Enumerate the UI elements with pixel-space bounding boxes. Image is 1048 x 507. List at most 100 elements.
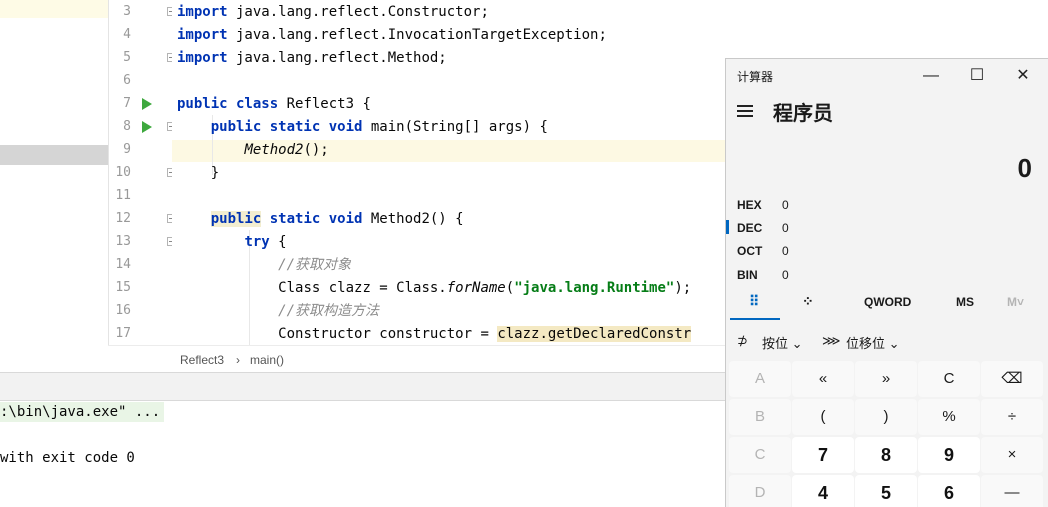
code-line: Constructor constructor = clazz.getDecla…	[177, 323, 692, 345]
close-button[interactable]: ✕	[1001, 61, 1045, 91]
radix-dec-label[interactable]: DEC	[737, 221, 762, 235]
radix-bin-value: 0	[782, 268, 789, 282]
code-text: java.lang.reflect.InvocationTargetExcept…	[227, 27, 607, 43]
key-subtract[interactable]: —	[981, 475, 1043, 507]
calculator-window[interactable]: 计算器 — ☐ ✕ 程序员 0 HEX 0 DEC 0 OCT 0 BIN 0 …	[725, 58, 1048, 507]
maximize-button[interactable]: ☐	[955, 61, 999, 91]
line-number: 10	[115, 165, 131, 180]
line-number: 3	[123, 4, 131, 19]
code-text: ();	[303, 142, 329, 158]
code-method-call: forName	[446, 280, 506, 296]
code-line: //获取构造方法	[177, 300, 379, 323]
code-keyword: public static void	[210, 119, 363, 135]
breadcrumb-separator: ›	[236, 353, 240, 367]
code-text: Class clazz = Class.	[278, 280, 447, 296]
run-console[interactable]: :\bin\java.exe" ... with exit code 0	[0, 401, 725, 507]
bitwise-dropdown[interactable]: 按位 ⌄	[762, 333, 803, 352]
breadcrumb-method[interactable]: main()	[250, 353, 284, 367]
memory-recall-button: M˅	[1007, 295, 1025, 309]
code-text: java.lang.reflect.Constructor;	[227, 4, 489, 20]
key-divide[interactable]: ÷	[981, 399, 1043, 435]
console-line: :\bin\java.exe" ...	[0, 402, 165, 422]
line-number: 4	[123, 27, 131, 42]
project-panel[interactable]	[0, 0, 108, 372]
radix-dec-value: 0	[782, 221, 789, 235]
line-number: 8	[123, 119, 131, 134]
code-comment: //获取构造方法	[278, 303, 380, 319]
radix-oct-label[interactable]: OCT	[737, 244, 762, 258]
key-5[interactable]: 5	[855, 475, 917, 507]
code-keyword: import	[177, 27, 228, 43]
code-text: {	[269, 234, 287, 250]
memory-store-button[interactable]: MS	[956, 295, 974, 309]
bitshift-icon: ⋙	[822, 333, 841, 348]
code-text: (	[505, 280, 515, 296]
code-keyword: static void	[261, 211, 363, 227]
bitshift-dropdown[interactable]: 位移位 ⌄	[846, 333, 900, 352]
window-title: 计算器	[737, 70, 774, 84]
code-line-current: Method2();	[177, 139, 329, 162]
code-text: java.lang.reflect.Method;	[227, 50, 447, 66]
chevron-down-icon: ⌄	[791, 336, 803, 351]
code-line: import java.lang.reflect.Constructor;	[177, 1, 489, 24]
key-close-paren[interactable]: )	[855, 399, 917, 435]
code-editor[interactable]: import java.lang.reflect.Constructor; im…	[172, 0, 725, 345]
code-line: public static void main(String[] args) {	[177, 116, 548, 139]
word-size-button[interactable]: QWORD	[864, 295, 911, 309]
tab-full-keypad-icon[interactable]: ⠿	[749, 293, 759, 310]
minimize-button[interactable]: —	[909, 61, 953, 91]
line-number: 12	[115, 211, 131, 226]
key-7[interactable]: 7	[792, 437, 854, 473]
key-open-paren[interactable]: (	[792, 399, 854, 435]
code-line: public class Reflect3 {	[177, 93, 371, 116]
radix-bin-label[interactable]: BIN	[737, 268, 758, 282]
key-multiply[interactable]: ×	[981, 437, 1043, 473]
code-line: import java.lang.reflect.Method;	[177, 47, 447, 70]
run-main-icon[interactable]	[142, 121, 152, 133]
code-comment: //获取对象	[278, 257, 352, 273]
project-panel-row-highlight	[0, 0, 108, 18]
code-text: }	[210, 165, 220, 181]
key-clear[interactable]: C	[918, 361, 980, 397]
tab-bit-toggling-icon[interactable]: ⁘	[802, 293, 814, 310]
key-8[interactable]: 8	[855, 437, 917, 473]
project-panel-selected-row[interactable]	[0, 145, 108, 165]
line-number: 11	[115, 188, 131, 203]
key-hex-b: B	[729, 399, 791, 435]
code-text: );	[674, 280, 692, 296]
calculator-mode-title: 程序员	[773, 103, 833, 125]
code-line: public static void Method2() {	[177, 208, 464, 231]
bitwise-icon: ⊅	[737, 333, 748, 348]
key-hex-d: D	[729, 475, 791, 507]
line-number: 13	[115, 234, 131, 249]
key-right-shift[interactable]: »	[855, 361, 917, 397]
editor-gutter: 3 4 5 6 7 8 9 10 11 12 13 14 15 16 17	[108, 0, 176, 345]
radix-selected-indicator	[726, 220, 729, 234]
run-class-icon[interactable]	[142, 98, 152, 110]
key-left-shift[interactable]: «	[792, 361, 854, 397]
radix-hex-label[interactable]: HEX	[737, 198, 762, 212]
breadcrumb: Reflect3 › main()	[108, 345, 725, 372]
hamburger-menu-icon[interactable]	[737, 105, 753, 117]
line-number: 6	[123, 73, 131, 88]
code-line: import java.lang.reflect.InvocationTarge…	[177, 24, 607, 47]
key-percent[interactable]: %	[918, 399, 980, 435]
key-4[interactable]: 4	[792, 475, 854, 507]
line-number: 14	[115, 257, 131, 272]
breadcrumb-class[interactable]: Reflect3	[180, 353, 224, 367]
bitwise-label: 按位	[762, 336, 789, 351]
key-hex-a: A	[729, 361, 791, 397]
code-string: "java.lang.Runtime"	[514, 280, 675, 296]
key-backspace-icon[interactable]: ⌫	[981, 361, 1043, 397]
line-number: 17	[115, 326, 131, 341]
code-keyword: public class	[177, 96, 279, 112]
key-6[interactable]: 6	[918, 475, 980, 507]
tool-window-divider[interactable]	[0, 372, 725, 401]
code-text: Constructor constructor =	[278, 326, 498, 342]
key-9[interactable]: 9	[918, 437, 980, 473]
